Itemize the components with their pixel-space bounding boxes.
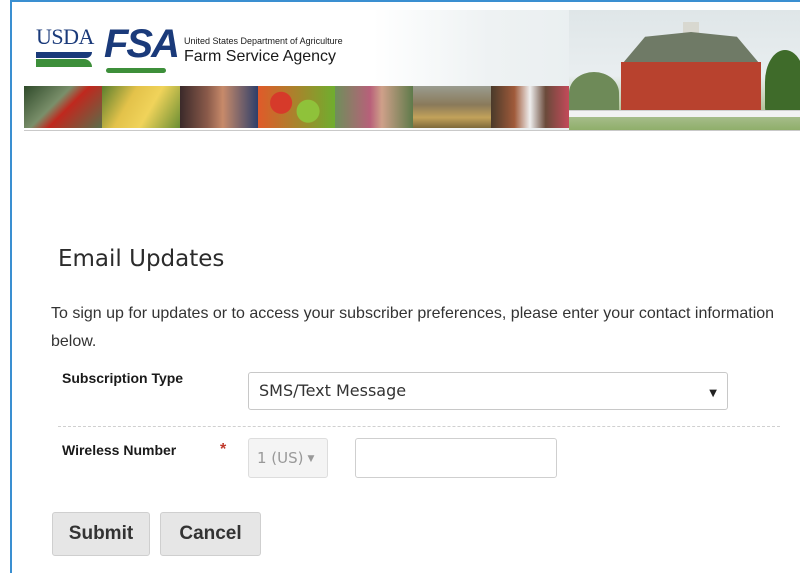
required-indicator: * [220,441,227,458]
farm-worker-photo [335,86,414,128]
chevron-down-icon: ▼ [307,454,315,464]
page-title: Email Updates [58,246,225,272]
usda-logo-stripe [36,52,92,58]
white-fence [569,110,800,117]
barn-wall [621,62,761,112]
wireless-number-label: Wireless Number [62,442,177,458]
photo-strip [24,86,570,128]
fsa-logo-swoosh [106,68,166,73]
cattle-photo [491,86,570,128]
vegetables-photo [257,86,336,128]
usda-logo[interactable]: USDA [36,26,94,70]
form-divider [58,426,780,427]
subscription-type-value: SMS/Text Message [259,381,407,400]
site-header-banner: USDA FSA United States Department of Agr… [24,10,800,131]
submit-button[interactable]: Submit [52,512,150,556]
cardinal-photo [24,86,102,128]
harvest-photo [413,86,492,128]
fsa-logo[interactable]: FSA [104,22,180,67]
subscription-type-select[interactable]: SMS/Text Message ▼ [248,372,728,410]
country-code-select[interactable]: 1 (US) ▼ [248,438,328,478]
intro-text: To sign up for updates or to access your… [51,305,775,350]
tree-shape [569,72,619,114]
chevron-down-icon: ▼ [709,388,717,399]
subscription-type-label: Subscription Type [62,370,184,386]
agency-name: Farm Service Agency [184,48,337,65]
wireless-number-input[interactable] [355,438,557,478]
barn-roof [622,32,760,64]
usda-logo-hill [36,59,92,67]
usda-logo-text: USDA [36,24,94,49]
children-eating-photo [179,86,258,128]
cancel-button[interactable]: Cancel [160,512,261,556]
red-barn-photo [569,10,800,130]
corn-photo [101,86,180,128]
tree-shape [765,50,800,114]
department-name: United States Department of Agriculture [184,36,343,46]
country-code-value: 1 (US) [257,449,304,467]
